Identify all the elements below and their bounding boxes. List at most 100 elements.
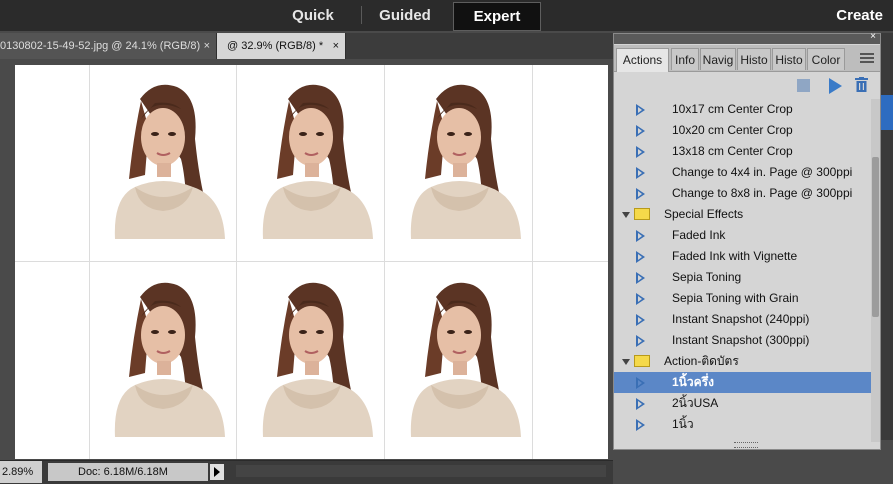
cut-guide	[236, 65, 237, 459]
resize-grip-icon[interactable]	[734, 442, 758, 448]
tab-histogram[interactable]: Histo	[737, 48, 771, 70]
play-icon-inner	[638, 128, 642, 134]
close-icon[interactable]: ×	[870, 31, 876, 42]
action-item[interactable]: 1นิ้ว	[614, 414, 871, 435]
play-icon-inner	[638, 401, 642, 407]
action-label: Special Effects	[664, 207, 744, 221]
portrait-photo	[410, 84, 521, 239]
doc-info-menu-button[interactable]	[210, 464, 224, 480]
action-set-folder[interactable]: Action-ติดบัตร	[614, 351, 871, 372]
action-item[interactable]: 2นิ้วUSA	[614, 393, 871, 414]
cut-guide	[384, 65, 385, 459]
zoom-level[interactable]: 2.89%	[0, 461, 42, 483]
vertical-scrollbar[interactable]	[871, 99, 880, 442]
action-label: Change to 4x4 in. Page @ 300ppi	[672, 165, 853, 179]
create-button[interactable]: Create	[836, 2, 883, 29]
tab-document-1[interactable]: 0130802-15-49-52.jpg @ 24.1% (RGB/8) ×	[0, 33, 217, 59]
actions-toolbar	[614, 72, 880, 98]
close-icon[interactable]: ×	[204, 33, 210, 59]
tab-navigator[interactable]: Navig	[700, 48, 736, 70]
tab-history[interactable]: Histo	[772, 48, 806, 70]
folder-icon	[634, 355, 650, 367]
tab-color[interactable]: Color	[807, 48, 845, 70]
play-icon-inner	[638, 422, 642, 428]
portrait-photo	[262, 84, 373, 239]
mode-divider	[361, 6, 362, 24]
action-item[interactable]: 13x18 cm Center Crop	[614, 141, 871, 162]
action-label: 1นิ้วครึ่ง	[672, 375, 714, 389]
stop-icon[interactable]	[797, 79, 810, 92]
close-icon[interactable]: ×	[333, 33, 339, 59]
action-item[interactable]: 10x17 cm Center Crop	[614, 99, 871, 120]
portrait-photo	[410, 282, 521, 437]
disclosure-triangle-icon[interactable]	[622, 212, 630, 218]
mode-bar: Quick Guided Expert Create	[0, 0, 893, 31]
scrollbar-thumb[interactable]	[872, 157, 879, 317]
tab-info[interactable]: Info	[671, 48, 699, 70]
action-item[interactable]: Sepia Toning	[614, 267, 871, 288]
play-icon-inner	[638, 275, 642, 281]
action-item[interactable]: 10x20 cm Center Crop	[614, 120, 871, 141]
action-label: 2นิ้วUSA	[672, 396, 719, 410]
document-tabs: 0130802-15-49-52.jpg @ 24.1% (RGB/8) × @…	[0, 33, 613, 59]
tab-document-2[interactable]: @ 32.9% (RGB/8) * ×	[217, 33, 346, 59]
action-label: 10x17 cm Center Crop	[672, 102, 793, 116]
panel-menu-icon[interactable]	[860, 53, 874, 63]
folder-icon	[634, 208, 650, 220]
action-label: 10x20 cm Center Crop	[672, 123, 793, 137]
action-item[interactable]: 1นิ้วครึ่ง	[614, 372, 871, 393]
trash-icon[interactable]	[855, 77, 868, 92]
document-canvas[interactable]	[15, 65, 608, 459]
actions-list: 10x17 cm Center Crop 10x20 cm Center Crop…	[614, 99, 871, 443]
action-label: 1นิ้ว	[672, 417, 694, 431]
play-icon-inner	[638, 170, 642, 176]
mode-quick-button[interactable]: Quick	[280, 2, 346, 29]
action-label: Change to 8x8 in. Page @ 300ppi	[672, 186, 853, 200]
play-icon-inner	[638, 149, 642, 155]
tab-document-1-label: 0130802-15-49-52.jpg @ 24.1% (RGB/8)	[0, 40, 201, 52]
mode-guided-button[interactable]: Guided	[368, 2, 442, 29]
action-label: Faded Ink with Vignette	[672, 249, 798, 263]
cut-guide	[532, 65, 533, 459]
cut-guide	[15, 261, 608, 262]
action-item[interactable]: Faded Ink	[614, 225, 871, 246]
play-icon-inner	[638, 317, 642, 323]
action-item[interactable]: Change to 8x8 in. Page @ 300ppi	[614, 183, 871, 204]
play-icon-inner	[638, 233, 642, 239]
play-icon-inner	[638, 338, 642, 344]
action-label: Faded Ink	[672, 228, 726, 242]
play-icon[interactable]	[829, 78, 842, 94]
canvas-area[interactable]	[0, 59, 613, 460]
action-item[interactable]: Faded Ink with Vignette	[614, 246, 871, 267]
play-icon-inner	[638, 254, 642, 260]
horizontal-scrollbar[interactable]	[236, 465, 606, 477]
disclosure-triangle-icon[interactable]	[622, 359, 630, 365]
play-icon-inner	[638, 107, 642, 113]
action-item[interactable]: Change to 4x4 in. Page @ 300ppi	[614, 162, 871, 183]
action-label: Instant Snapshot (300ppi)	[672, 333, 810, 347]
action-label: Instant Snapshot (240ppi)	[672, 312, 810, 326]
tab-actions[interactable]: Actions	[616, 48, 669, 72]
status-bar: 2.89% Doc: 6.18M/6.18M	[0, 460, 613, 484]
play-icon-inner	[638, 380, 642, 386]
action-label: Action-ติดบัตร	[664, 354, 739, 368]
action-item[interactable]: Instant Snapshot (240ppi)	[614, 309, 871, 330]
action-item[interactable]: Sepia Toning with Grain	[614, 288, 871, 309]
tab-document-2-label: @ 32.9% (RGB/8) *	[227, 40, 324, 52]
action-set-folder[interactable]: Special Effects	[614, 204, 871, 225]
portrait-photo	[262, 282, 373, 437]
doc-size: Doc: 6.18M/6.18M	[48, 463, 208, 481]
cut-guide	[89, 65, 90, 459]
play-icon-inner	[638, 296, 642, 302]
portrait-photo	[114, 84, 225, 239]
action-label: 13x18 cm Center Crop	[672, 144, 793, 158]
panel-header[interactable]: ×	[614, 31, 880, 44]
action-label: Sepia Toning	[672, 270, 742, 284]
portrait-photo	[114, 282, 225, 437]
panel-tabs: Actions Info Navig Histo Histo Color	[614, 45, 880, 72]
panel-bin-indicator	[881, 95, 893, 130]
action-item[interactable]: Instant Snapshot (300ppi)	[614, 330, 871, 351]
mode-expert-button[interactable]: Expert	[453, 2, 541, 31]
action-label: Sepia Toning with Grain	[672, 291, 799, 305]
actions-panel: × Actions Info Navig Histo Histo Color 1…	[613, 31, 881, 450]
